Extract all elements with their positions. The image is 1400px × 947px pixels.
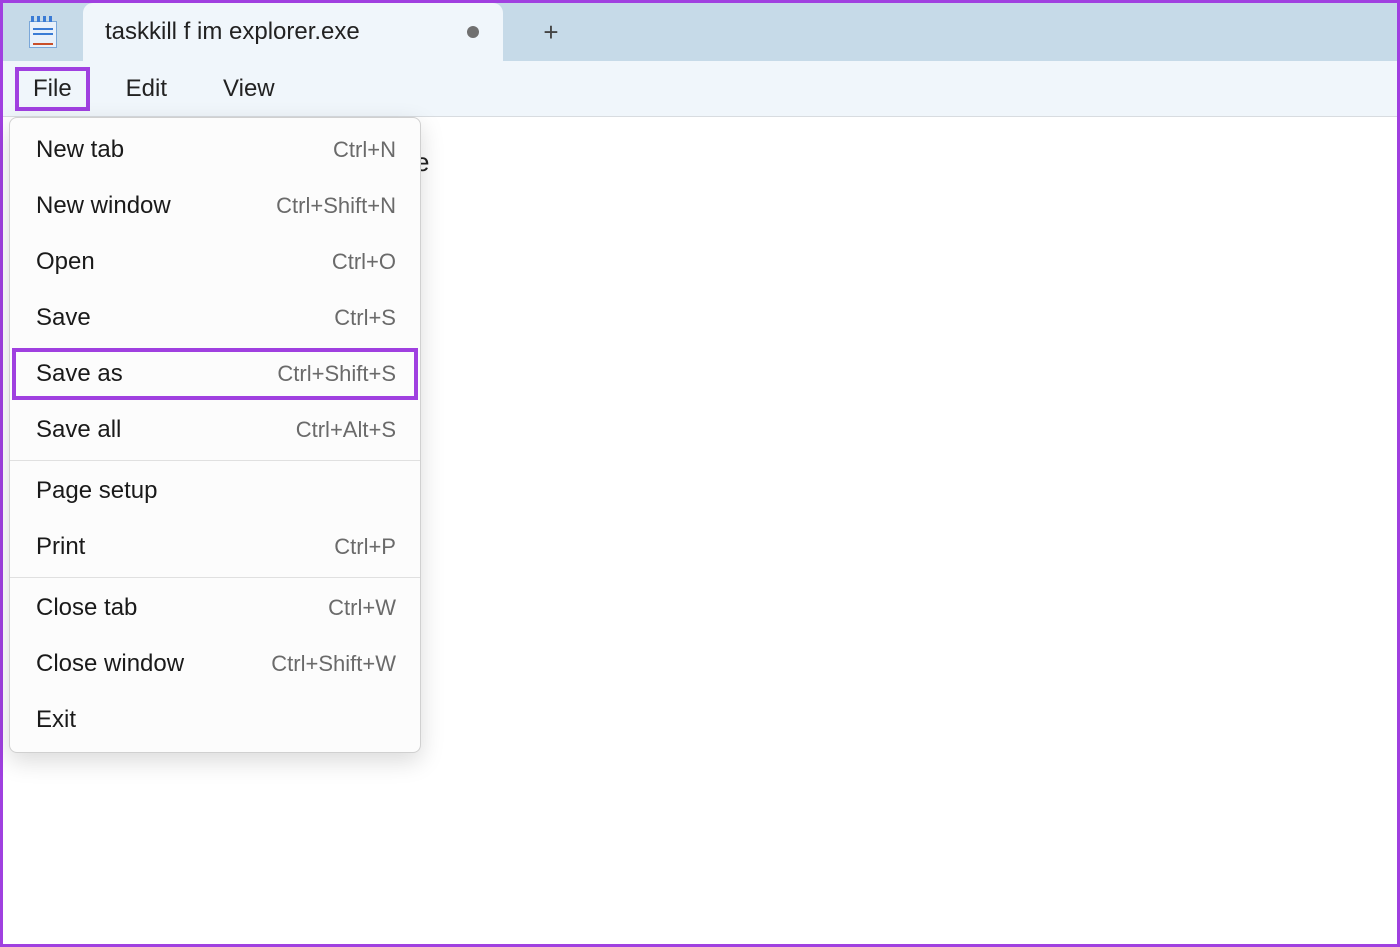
- document-tab[interactable]: taskkill f im explorer.exe: [83, 3, 503, 61]
- menu-divider: [10, 577, 420, 578]
- menu-item-open[interactable]: Open Ctrl+O: [10, 234, 420, 290]
- notepad-icon: [29, 16, 57, 48]
- menu-item-shortcut: Ctrl+Alt+S: [296, 417, 396, 443]
- menubar: File Edit View: [3, 61, 1397, 117]
- menu-item-save-all[interactable]: Save all Ctrl+Alt+S: [10, 402, 420, 458]
- menu-item-exit[interactable]: Exit: [10, 692, 420, 748]
- menu-item-label: Save all: [36, 416, 121, 444]
- titlebar: taskkill f im explorer.exe +: [3, 3, 1397, 61]
- modified-indicator-icon: [467, 26, 479, 38]
- menu-item-shortcut: Ctrl+Shift+S: [277, 361, 396, 387]
- menu-item-save-as[interactable]: Save as Ctrl+Shift+S: [10, 346, 420, 402]
- menu-item-shortcut: Ctrl+W: [328, 595, 396, 621]
- menu-item-new-window[interactable]: New window Ctrl+Shift+N: [10, 178, 420, 234]
- menu-item-shortcut: Ctrl+Shift+W: [271, 651, 396, 677]
- menu-item-label: Save as: [36, 360, 123, 388]
- menu-item-shortcut: Ctrl+N: [333, 137, 396, 163]
- menu-item-label: Page setup: [36, 477, 157, 505]
- menu-item-page-setup[interactable]: Page setup: [10, 463, 420, 519]
- menu-item-label: Exit: [36, 706, 76, 734]
- menu-item-label: Open: [36, 248, 95, 276]
- menu-item-label: New tab: [36, 136, 124, 164]
- menu-file[interactable]: File: [15, 67, 90, 111]
- menu-item-close-window[interactable]: Close window Ctrl+Shift+W: [10, 636, 420, 692]
- plus-icon: +: [543, 17, 558, 48]
- menu-item-label: Print: [36, 533, 85, 561]
- new-tab-button[interactable]: +: [521, 3, 581, 61]
- menu-item-label: Close window: [36, 650, 184, 678]
- menu-edit[interactable]: Edit: [106, 67, 187, 111]
- menu-item-label: Save: [36, 304, 91, 332]
- menu-item-shortcut: Ctrl+P: [334, 534, 396, 560]
- menu-item-new-tab[interactable]: New tab Ctrl+N: [10, 122, 420, 178]
- menu-item-label: New window: [36, 192, 171, 220]
- app-icon-wrap: [3, 3, 83, 61]
- menu-item-save[interactable]: Save Ctrl+S: [10, 290, 420, 346]
- file-menu-dropdown: New tab Ctrl+N New window Ctrl+Shift+N O…: [9, 117, 421, 753]
- menu-item-shortcut: Ctrl+S: [334, 305, 396, 331]
- tab-title: taskkill f im explorer.exe: [105, 18, 449, 46]
- menu-item-label: Close tab: [36, 594, 137, 622]
- menu-item-shortcut: Ctrl+O: [332, 249, 396, 275]
- menu-divider: [10, 460, 420, 461]
- menu-view[interactable]: View: [203, 67, 295, 111]
- menu-item-close-tab[interactable]: Close tab Ctrl+W: [10, 580, 420, 636]
- menu-item-shortcut: Ctrl+Shift+N: [276, 193, 396, 219]
- menu-item-print[interactable]: Print Ctrl+P: [10, 519, 420, 575]
